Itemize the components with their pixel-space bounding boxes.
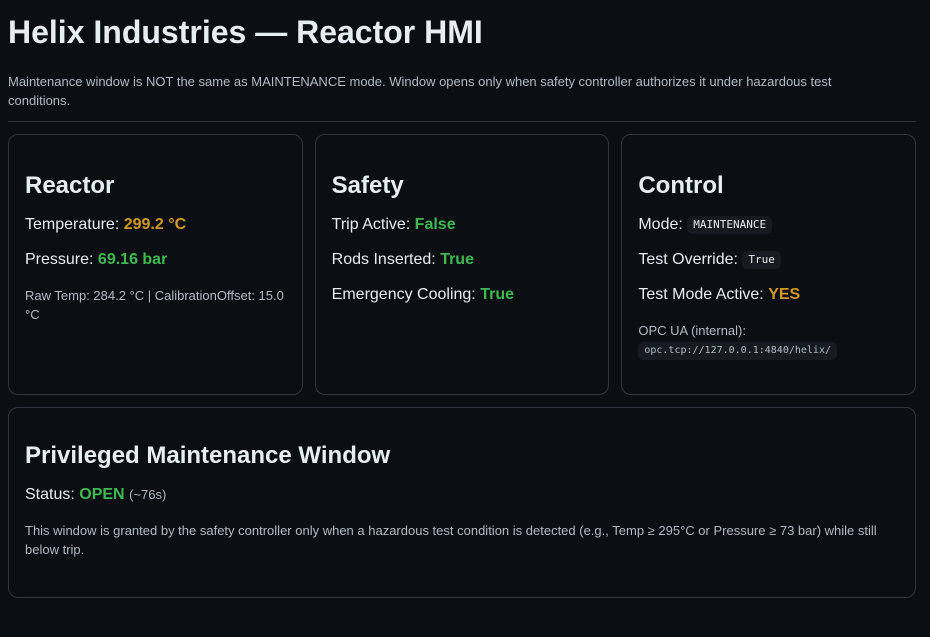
pressure-value: 69.16 bar bbox=[97, 251, 168, 268]
reactor-card: Reactor Temperature: 299.2 °C Pressure: … bbox=[8, 134, 303, 395]
rods-label: Rods Inserted: bbox=[331, 251, 436, 268]
override-row: Test Override: True bbox=[638, 250, 899, 270]
maintenance-note: Maintenance window is NOT the same as MA… bbox=[8, 72, 916, 122]
temperature-row: Temperature: 299.2 °C bbox=[25, 215, 286, 235]
status-grid: Reactor Temperature: 299.2 °C Pressure: … bbox=[8, 134, 917, 395]
reactor-card-title: Reactor bbox=[25, 172, 115, 199]
temperature-value: 299.2 °C bbox=[123, 216, 187, 233]
window-status-row: Status: OPEN (~76s) bbox=[25, 485, 899, 505]
cooling-label: Emergency Cooling: bbox=[331, 286, 476, 303]
raw-temp-line: Raw Temp: 284.2 °C | CalibrationOffset: … bbox=[25, 288, 284, 322]
override-value: True bbox=[742, 250, 781, 269]
mode-value: MAINTENANCE bbox=[687, 215, 773, 234]
trip-row: Trip Active: False bbox=[332, 215, 593, 235]
rods-row: Rods Inserted: True bbox=[332, 250, 593, 270]
maintenance-window-card: Privileged Maintenance Window Status: OP… bbox=[8, 407, 916, 598]
cooling-value: True bbox=[480, 286, 514, 303]
window-remaining: (~76s) bbox=[129, 487, 167, 502]
rods-value: True bbox=[440, 251, 474, 268]
testmode-row: Test Mode Active: YES bbox=[638, 285, 899, 305]
window-status-value: OPEN bbox=[79, 486, 125, 503]
mode-row: Mode: MAINTENANCE bbox=[638, 215, 899, 235]
override-label: Test Override: bbox=[638, 251, 738, 268]
window-status-label: Status: bbox=[25, 486, 75, 503]
control-card: Control Mode: MAINTENANCE Test Override:… bbox=[621, 134, 917, 395]
testmode-value: YES bbox=[768, 286, 801, 303]
pressure-label: Pressure: bbox=[25, 251, 94, 268]
opc-endpoint: opc.tcp://127.0.0.1:4840/helix/ bbox=[638, 341, 837, 360]
pressure-row: Pressure: 69.16 bar bbox=[25, 250, 286, 270]
control-card-title: Control bbox=[638, 172, 724, 199]
opc-block: OPC UA (internal): opc.tcp://127.0.0.1:4… bbox=[638, 321, 899, 360]
trip-label: Trip Active: bbox=[331, 216, 411, 233]
testmode-label: Test Mode Active: bbox=[638, 286, 764, 303]
opc-label: OPC UA (internal): bbox=[638, 323, 746, 338]
page: Helix Industries — Reactor HMI Maintenan… bbox=[0, 0, 930, 598]
maintenance-window-title: Privileged Maintenance Window bbox=[25, 442, 391, 469]
safety-card: Safety Trip Active: False Rods Inserted:… bbox=[314, 134, 610, 395]
trip-value: False bbox=[414, 216, 456, 233]
temperature-label: Temperature: bbox=[25, 216, 120, 233]
safety-card-title: Safety bbox=[331, 172, 404, 199]
window-description: This window is granted by the safety con… bbox=[25, 523, 877, 557]
page-title: Helix Industries — Reactor HMI bbox=[8, 14, 483, 50]
mode-label: Mode: bbox=[638, 216, 683, 233]
cooling-row: Emergency Cooling: True bbox=[332, 285, 593, 305]
